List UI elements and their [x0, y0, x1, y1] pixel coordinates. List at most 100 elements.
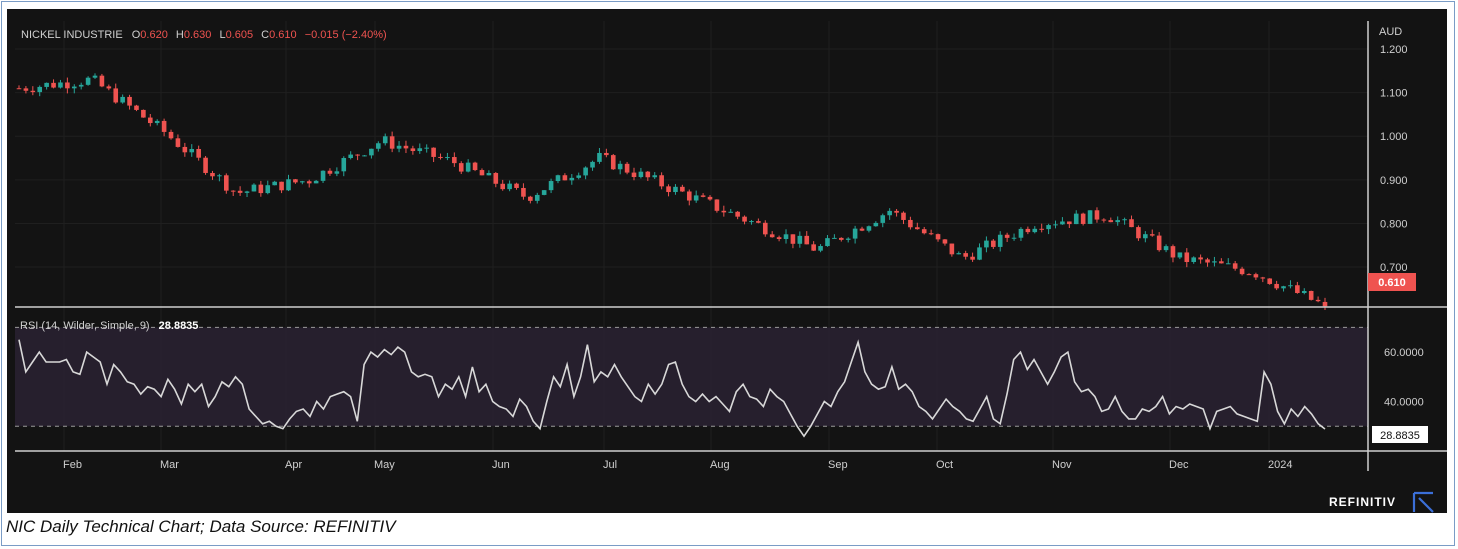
candle-body: [16, 88, 22, 90]
candle-body: [237, 190, 243, 193]
candle-body: [376, 143, 381, 149]
figure-caption: NIC Daily Technical Chart; Data Source: …: [6, 517, 396, 536]
candle-body: [1046, 225, 1051, 230]
close-label: C: [261, 29, 269, 41]
candle-body: [410, 148, 416, 152]
candle-body: [306, 181, 312, 184]
candle-body: [1053, 224, 1058, 226]
candle-body: [30, 90, 36, 93]
candle-body: [1274, 283, 1279, 289]
candle-body: [845, 238, 851, 240]
candle-body: [341, 158, 347, 172]
candle-body: [617, 163, 623, 170]
candle-body: [528, 196, 533, 201]
candle-body: [673, 186, 678, 193]
candle-body: [548, 181, 554, 191]
candle-body: [1260, 277, 1266, 279]
rsi-tick-label: 40.0000: [1384, 397, 1424, 409]
candle-body: [1219, 261, 1224, 264]
rsi-current-value: 28.8835: [159, 320, 199, 332]
candle-body: [790, 234, 796, 244]
time-tick-label: Aug: [710, 459, 730, 471]
candle-body: [666, 186, 671, 193]
candle-body: [659, 175, 664, 187]
candle-body: [217, 175, 222, 177]
candle-body: [210, 172, 215, 177]
rsi-badge-text: 28.8835: [1380, 430, 1420, 442]
candle-body: [286, 179, 291, 191]
candle-body: [465, 162, 471, 172]
candle-body: [583, 167, 588, 176]
rsi-pane: [15, 326, 1368, 438]
price-tick-label: 1.200: [1380, 44, 1408, 56]
candle-body: [431, 147, 436, 157]
candle-body: [742, 216, 747, 222]
candle-body: [1225, 263, 1231, 265]
candle-body: [369, 148, 374, 156]
candle-body: [258, 184, 264, 194]
symbol-label: NICKEL INDUSTRIE: [21, 29, 123, 41]
candle-body: [1301, 290, 1307, 294]
candle-body: [1184, 252, 1190, 263]
candle-body: [832, 237, 837, 239]
time-tick-label: 2024: [1268, 459, 1292, 471]
candle-body: [783, 234, 789, 240]
candle-body: [949, 243, 955, 255]
currency-label: AUD: [1379, 26, 1402, 38]
candle-body: [541, 190, 547, 195]
candle-body: [956, 253, 962, 255]
candle-body: [438, 156, 443, 158]
candle-body: [175, 138, 181, 147]
candle-body: [265, 185, 271, 194]
candle-body: [85, 77, 91, 85]
candle-body: [576, 175, 582, 178]
candle-body: [251, 184, 257, 192]
candle-body: [997, 234, 1003, 247]
candle-body: [762, 222, 768, 235]
candle-body: [44, 82, 49, 87]
candle-body: [838, 237, 844, 240]
candle-body: [120, 96, 125, 103]
candle-body: [362, 155, 367, 157]
candle-body: [424, 147, 429, 149]
candle-body: [168, 131, 174, 139]
ohlc-header: NICKEL INDUSTRIE O0.620 H0.630 L0.605 C0…: [21, 29, 387, 41]
time-tick-label: Sep: [828, 459, 848, 471]
candle-body: [58, 82, 63, 88]
candle-body: [1163, 246, 1169, 251]
candle-body: [811, 244, 816, 251]
candle-body: [452, 157, 457, 164]
candle-body: [514, 183, 519, 188]
candle-body: [721, 210, 727, 213]
candle-body: [1067, 221, 1072, 225]
candle-body: [569, 177, 575, 181]
candle-body: [686, 191, 692, 201]
candle-body: [735, 211, 740, 217]
candle-body: [1060, 221, 1065, 225]
candle-body: [1212, 261, 1217, 263]
candle-body: [756, 221, 761, 223]
price-tick-label: 1.100: [1380, 88, 1408, 100]
candle-body: [493, 172, 499, 184]
candle-body: [1198, 257, 1203, 260]
candle-body: [1011, 237, 1017, 239]
candle-body: [1073, 213, 1079, 225]
candle-body: [1129, 219, 1134, 228]
candle-body: [486, 172, 492, 176]
candle-body: [555, 175, 561, 182]
candle-body: [610, 155, 616, 170]
candle-body: [928, 233, 934, 235]
candle-body: [1281, 286, 1286, 289]
candle-body: [1080, 213, 1086, 224]
candle-body: [1232, 263, 1238, 269]
candle-body: [638, 171, 644, 178]
candle-body: [852, 228, 858, 239]
candle-body: [1004, 234, 1010, 238]
candle-body: [590, 161, 595, 168]
price-tick-label: 1.000: [1380, 131, 1408, 143]
candle-body: [901, 212, 906, 220]
candle-body: [534, 194, 540, 201]
candle-body: [859, 228, 865, 231]
candle-body: [1267, 278, 1273, 284]
candle-body: [1115, 220, 1120, 223]
